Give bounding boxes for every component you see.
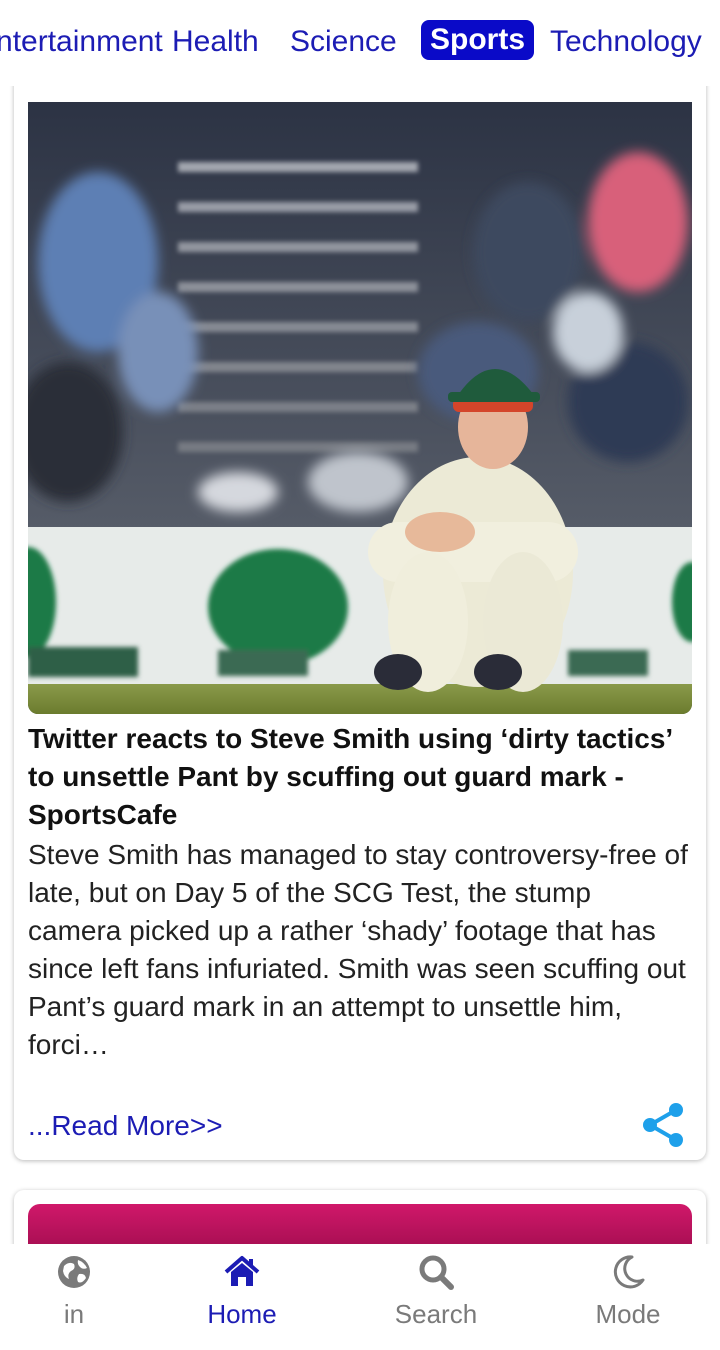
nav-in[interactable]: in (4, 1252, 144, 1342)
search-icon (419, 1255, 454, 1290)
nav-home[interactable]: Home (172, 1252, 312, 1342)
nav-label-mode: Mode (595, 1299, 661, 1329)
news-card[interactable]: Twitter reacts to Steve Smith using ‘dir… (14, 86, 706, 1160)
article-image-graphic (28, 102, 692, 714)
moon-icon (613, 1255, 645, 1289)
home-icon (224, 1256, 260, 1286)
article-image[interactable] (28, 102, 692, 714)
category-tabs: Entertainment Health Science Sports Tech… (0, 0, 720, 86)
article-description: Steve Smith has managed to stay controve… (28, 839, 688, 1060)
nav-label-in: in (63, 1299, 85, 1329)
news-feed[interactable]: Twitter reacts to Steve Smith using ‘dir… (0, 86, 720, 1244)
tab-health[interactable]: Health (172, 22, 259, 62)
share-icon[interactable] (640, 1102, 686, 1148)
read-more-link[interactable]: ...Read More>> (28, 1106, 223, 1146)
bottom-navigation: in Home Search Mode (0, 1244, 720, 1350)
tab-science[interactable]: Science (290, 22, 397, 62)
nav-label-home: Home (207, 1299, 277, 1329)
news-card[interactable] (14, 1190, 706, 1244)
nav-mode[interactable]: Mode (558, 1252, 698, 1342)
article-title[interactable]: Twitter reacts to Steve Smith using ‘dir… (28, 720, 692, 834)
tab-entertainment[interactable]: Entertainment (0, 22, 163, 62)
tab-technology[interactable]: Technology (550, 22, 702, 62)
globe-icon (58, 1256, 90, 1288)
nav-label-search: Search (394, 1299, 478, 1329)
nav-search[interactable]: Search (366, 1252, 506, 1342)
tab-sports[interactable]: Sports (421, 20, 535, 60)
article-image[interactable] (28, 1204, 692, 1244)
